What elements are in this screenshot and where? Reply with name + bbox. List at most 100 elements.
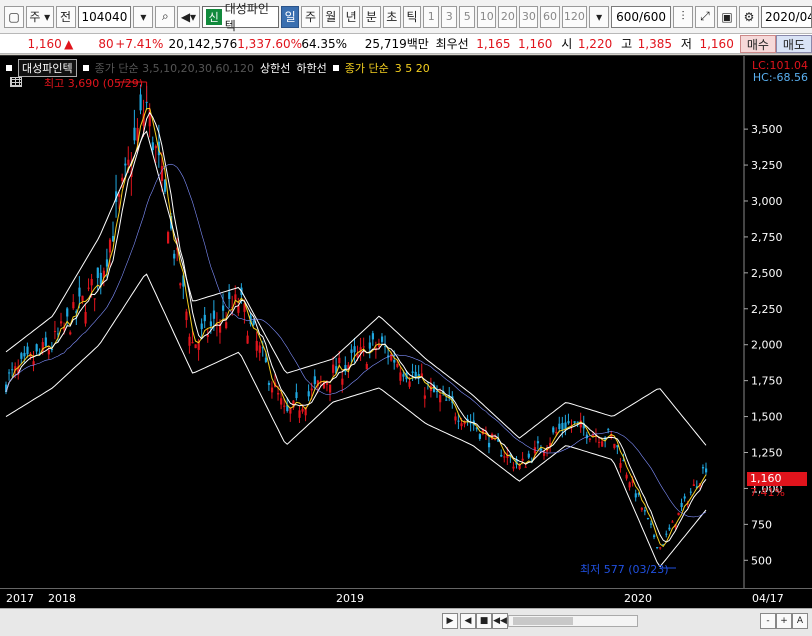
candle-body xyxy=(457,420,460,422)
stop-icon[interactable]: ■ xyxy=(476,613,492,629)
price-chart[interactable]: 3,500 3,250 3,000 2,750 2,500 2,250 2,000 1,750… xyxy=(0,55,812,608)
period-week[interactable]: 주 xyxy=(301,5,320,28)
candle-body xyxy=(118,194,121,197)
candle-body xyxy=(478,434,481,439)
search-icon[interactable]: ⌕ xyxy=(155,5,176,28)
settings-icon[interactable]: ⚙ xyxy=(738,5,759,28)
interval-60[interactable]: 60 xyxy=(540,5,560,28)
x-tick-label: 04/17 xyxy=(752,592,784,605)
count-input[interactable]: 600/600 xyxy=(611,5,671,28)
interval-30[interactable]: 30 xyxy=(519,5,539,28)
candle-body xyxy=(701,467,705,469)
sell-button[interactable]: 매도 xyxy=(775,34,812,53)
candle-body xyxy=(108,239,112,253)
prev-icon[interactable]: ◀ xyxy=(460,613,476,629)
interval-5[interactable]: 5 xyxy=(459,5,476,28)
candle-body xyxy=(539,448,543,451)
legend-ma-periods[interactable]: 3 5 20 xyxy=(395,62,430,75)
interval-120[interactable]: 120 xyxy=(561,5,588,28)
period-year[interactable]: 년 xyxy=(341,5,361,28)
turnover: 64.35% xyxy=(301,36,348,51)
period-month[interactable]: 월 xyxy=(321,5,340,28)
y-tick-label: 1,750 xyxy=(751,375,783,388)
candle-body xyxy=(500,454,503,457)
zoom-out-icon[interactable]: - xyxy=(760,613,776,629)
code-input[interactable]: 104040 xyxy=(77,5,132,28)
stock-name-box[interactable]: 신 대성파인텍 xyxy=(201,2,280,33)
legend-lower[interactable]: 하한선 xyxy=(296,60,326,76)
candle-body xyxy=(258,345,261,353)
candle-body xyxy=(203,314,206,322)
candle-body xyxy=(212,310,216,319)
candle-body xyxy=(151,142,154,151)
candle-body xyxy=(264,357,268,363)
y-tick-label: 3,500 xyxy=(751,123,783,136)
hc-value: HC:-68.56 xyxy=(752,71,808,84)
legend-upper[interactable]: 상한선 xyxy=(260,60,290,76)
candle-icon[interactable]: ⫶ xyxy=(672,5,693,28)
candle-body xyxy=(524,466,527,468)
y-tick-label: 2,250 xyxy=(751,303,783,316)
interval-10[interactable]: 10 xyxy=(477,5,497,28)
candle-body xyxy=(439,394,442,403)
candle-body xyxy=(338,357,341,364)
up-arrow-icon: ▲ xyxy=(64,36,74,51)
candle-body xyxy=(558,423,561,430)
candle-body xyxy=(26,346,29,355)
candle-body xyxy=(601,441,604,447)
period-second[interactable]: 초 xyxy=(382,5,401,28)
candle-body xyxy=(567,421,570,424)
x-tick-label: 2017 xyxy=(6,592,34,605)
legend-hidden-ma[interactable]: 종가 단순 3,5,10,20,30,60,120 xyxy=(95,60,254,76)
candle-body xyxy=(634,493,637,498)
view-all-button[interactable]: 전 xyxy=(55,5,76,28)
candle-body xyxy=(222,305,225,311)
period-tick[interactable]: 틱 xyxy=(402,5,422,28)
interval-1[interactable]: 1 xyxy=(423,5,440,28)
window-icon[interactable]: ▢ xyxy=(4,5,24,28)
main-toolbar: ▢ 주 ▾ 전 104040 ▾ ⌕ ◀▾ 신 대성파인텍 일 주 월 년 분 … xyxy=(0,0,812,34)
candle-body xyxy=(656,546,659,548)
interval-3[interactable]: 3 xyxy=(441,5,458,28)
high-label: 고 xyxy=(621,37,633,51)
candle-body xyxy=(371,333,375,340)
sound-icon[interactable]: ◀▾ xyxy=(177,5,200,28)
chart-canvas[interactable]: 3,500 3,250 3,000 2,750 2,500 2,250 2,000 1,750… xyxy=(0,56,812,589)
candle-body xyxy=(53,330,57,332)
interval-20[interactable]: 20 xyxy=(498,5,518,28)
play-icon[interactable]: ▶ xyxy=(442,613,458,629)
code-dropdown-icon[interactable]: ▾ xyxy=(133,5,154,28)
zoom-in-icon[interactable]: + xyxy=(776,613,792,629)
candle-body xyxy=(121,177,124,181)
auto-icon[interactable]: A xyxy=(792,613,808,629)
candle-body xyxy=(411,371,414,373)
candle-body xyxy=(646,517,650,519)
interval-dropdown-icon[interactable]: ▾ xyxy=(589,5,610,28)
volume-percent: 1,337.60% xyxy=(237,36,303,51)
candle-body xyxy=(399,372,402,381)
scroll-thumb[interactable] xyxy=(513,617,573,625)
candle-body xyxy=(643,510,647,512)
best-bid: 1,160 xyxy=(518,36,553,51)
candle-body xyxy=(280,398,283,405)
candle-body xyxy=(179,283,182,286)
rewind-icon[interactable]: ◀◀ xyxy=(492,613,508,629)
best-ask: 1,165 xyxy=(476,36,511,51)
candle-body xyxy=(105,259,109,267)
grid-icon[interactable] xyxy=(10,77,22,87)
trade-amount: 25,719백만 xyxy=(364,37,429,51)
save-icon[interactable]: ▣ xyxy=(716,5,737,28)
legend-ma-label[interactable]: 종가 단순 xyxy=(345,60,389,76)
period-minute[interactable]: 분 xyxy=(362,5,381,28)
candle-body xyxy=(185,311,188,321)
volume: 20,142,576 xyxy=(168,36,238,51)
market-select[interactable]: 주 ▾ xyxy=(26,5,54,28)
buy-button[interactable]: 매수 xyxy=(739,34,776,53)
date-input[interactable]: 2020/04/1 xyxy=(760,5,812,28)
draw-icon[interactable]: ⤢ xyxy=(694,5,715,28)
chart-scrollbar[interactable] xyxy=(508,615,638,627)
candle-body xyxy=(93,298,96,300)
lower-band-line xyxy=(5,273,707,568)
period-day[interactable]: 일 xyxy=(281,5,300,28)
candle-body xyxy=(8,372,11,374)
